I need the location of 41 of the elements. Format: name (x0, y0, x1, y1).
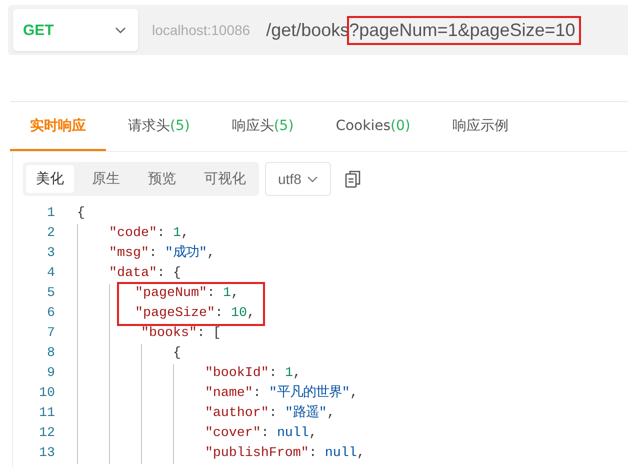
response-tab[interactable]: 请求头(5) (108, 102, 210, 151)
line-number: 10 (38, 385, 55, 403)
view-mode-tab[interactable]: 预览 (138, 165, 186, 193)
code-line: "pageNum": 1, (134, 285, 239, 303)
line-number: 6 (46, 305, 55, 323)
line-number: 2 (46, 225, 55, 243)
code-line: "data": { (108, 265, 181, 283)
code-line: "author": "路遥", (204, 404, 335, 423)
code-line: "name": "平凡的世界", (204, 384, 358, 403)
code-line: "pageSize": 10, (134, 305, 255, 323)
line-number: 4 (46, 265, 55, 283)
line-number: 3 (46, 245, 55, 263)
copy-icon[interactable] (345, 170, 362, 188)
code-line: "msg": "成功", (108, 244, 215, 263)
url-host: localhost:10086 (152, 22, 250, 38)
line-number: 1 (46, 205, 55, 223)
view-mode-tab[interactable]: 可视化 (194, 165, 256, 193)
view-mode-tab[interactable]: 美化 (26, 165, 74, 193)
code-line: "code": 1, (108, 225, 189, 243)
line-number: 7 (46, 325, 55, 343)
line-number: 5 (46, 285, 55, 303)
code-line: "cover": null, (204, 425, 317, 443)
code-line: "bookId": 1, (204, 365, 301, 383)
code-line: { (77, 205, 85, 223)
encoding-dropdown[interactable]: utf8 (265, 162, 332, 196)
line-number: 8 (46, 345, 55, 363)
chevron-down-icon (307, 176, 318, 182)
view-mode-tab[interactable]: 原生 (82, 165, 130, 193)
response-tab[interactable]: 响应头(5) (212, 102, 314, 151)
url-path: /get/books (266, 20, 350, 40)
response-tab[interactable]: 响应示例 (432, 102, 528, 151)
code-line: { (172, 345, 181, 363)
line-number: 9 (46, 365, 55, 383)
url-query: ?pageNum=1&pageSize=10 (349, 18, 580, 42)
line-number: 11 (38, 405, 55, 423)
response-tab[interactable]: Cookies(0) (316, 102, 430, 151)
line-number: 13 (38, 445, 55, 463)
code-line: "books": [ (140, 325, 221, 343)
chevron-down-icon (115, 26, 126, 34)
line-number: 12 (38, 425, 55, 443)
code-line: "publishFrom": null, (204, 445, 365, 463)
